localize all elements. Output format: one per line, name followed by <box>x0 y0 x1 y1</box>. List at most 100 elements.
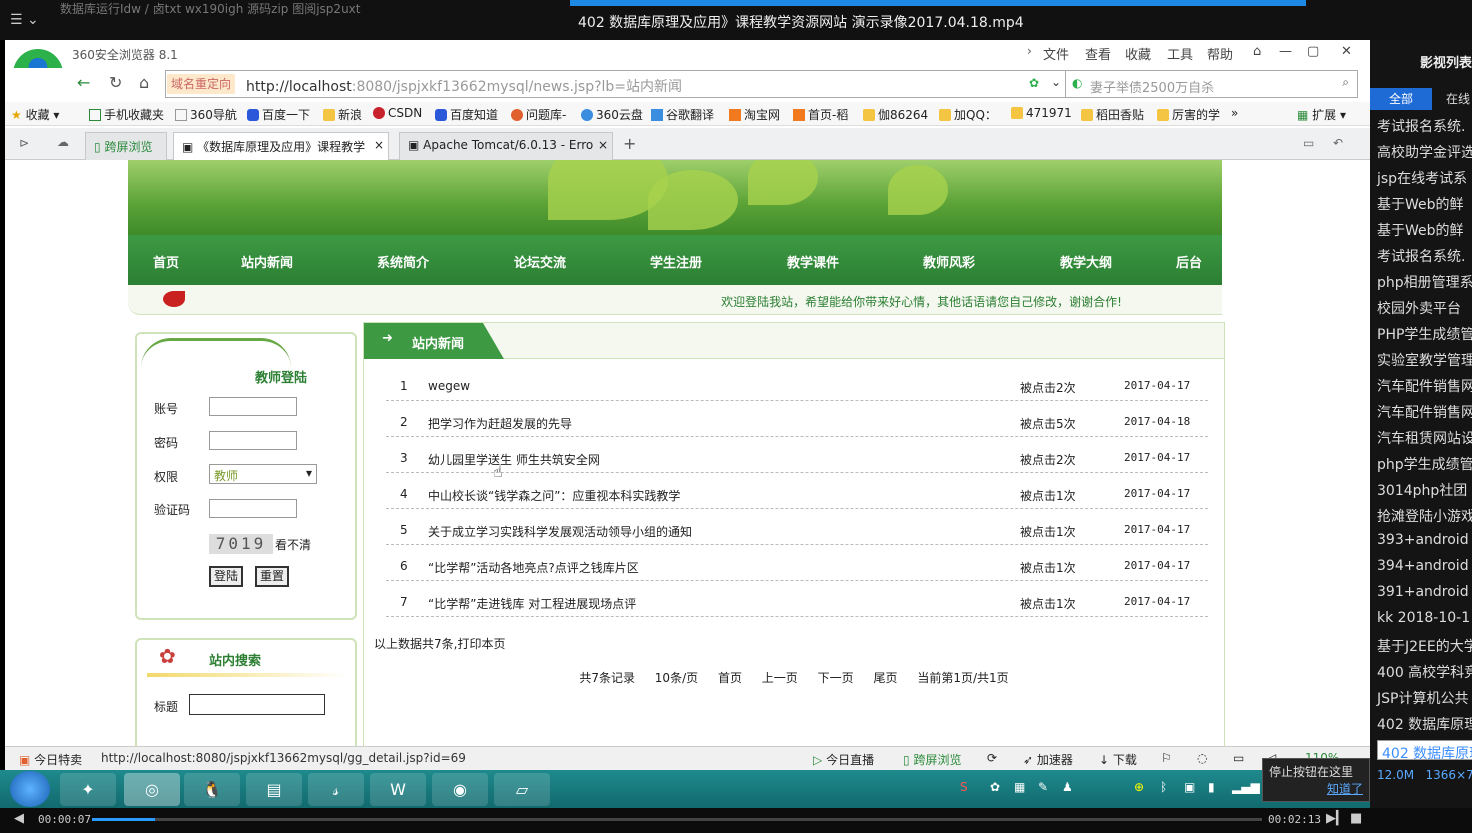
fav-csdn[interactable]: CSDN <box>373 106 422 120</box>
fav-mobile[interactable]: 手机收藏夹 <box>89 106 164 123</box>
video-list-item[interactable]: 汽车配件销售网 <box>1377 402 1472 422</box>
video-list-item[interactable]: 考试报名系统. <box>1377 116 1465 136</box>
tray-icon[interactable]: ✿ <box>990 780 1000 794</box>
address-bar[interactable]: 域名重定向 http://localhost:8080/jspjxkf13662… <box>165 70 1070 98</box>
video-list-item[interactable]: PHP学生成绩管 <box>1377 324 1472 344</box>
tab-online[interactable]: 在线 <box>1446 88 1470 110</box>
nav-syllabus[interactable]: 教学大纲 <box>1060 252 1112 271</box>
taskbar-qq-icon[interactable]: 🐧 <box>184 773 240 806</box>
video-list-item[interactable]: 基于J2EE的大学 <box>1377 636 1472 656</box>
video-list-item[interactable]: 考试报名系统. <box>1377 246 1465 266</box>
news-title-link[interactable]: 中山校长谈“钱学森之问”：应重视本科实践教学 <box>428 487 680 504</box>
tray-add-icon[interactable]: ⊕ <box>1134 780 1144 794</box>
player-menu-icon[interactable]: ☰ ⌄ <box>10 12 39 28</box>
cloud-sync-icon[interactable]: ☁ <box>57 135 69 149</box>
taskbar-app-icon[interactable]: ✦ <box>60 773 116 806</box>
today-deals[interactable]: ▣ 今日特卖 <box>19 751 82 768</box>
news-title-link[interactable]: “比学帮”走进钱库 对工程进展现场点评 <box>428 595 636 612</box>
extensions-menu[interactable]: ▦ 扩展 ▾ <box>1297 106 1346 123</box>
next-icon[interactable]: ▶▎ <box>1326 811 1346 826</box>
video-list-item[interactable]: 3014php社团 <box>1377 480 1467 500</box>
menu-tools[interactable]: 工具 <box>1167 44 1193 63</box>
nav-intro[interactable]: 系统简介 <box>377 252 429 271</box>
seek-bar[interactable] <box>92 818 1262 821</box>
video-list-item[interactable]: 基于Web的鲜 <box>1377 194 1464 214</box>
power-icon[interactable]: ▮ <box>1208 780 1215 794</box>
video-list-item[interactable]: 402 数据库原理 <box>1377 714 1472 734</box>
favorites-menu[interactable]: ★ 收藏 ▾ <box>11 106 59 123</box>
fav-taobao[interactable]: 淘宝网 <box>729 106 780 123</box>
fav-folder-qq[interactable]: 加QQ： <box>939 106 997 123</box>
nav-courseware[interactable]: 教学课件 <box>787 252 839 271</box>
search-engine-icon[interactable]: ◐ <box>1072 76 1082 90</box>
fav-360yun[interactable]: 360云盘 <box>581 106 643 123</box>
news-title-link[interactable]: wegew <box>428 379 470 393</box>
captcha-input[interactable] <box>209 499 297 518</box>
search-box[interactable]: ◐ 妻子举债2500万自杀 ⌕ <box>1065 70 1358 98</box>
taskbar-eclipse-icon[interactable]: 𝓈 <box>308 773 364 806</box>
video-list-item[interactable]: 汽车配件销售网 <box>1377 376 1472 396</box>
news-title-link[interactable]: “比学帮”活动各地亮点?点评之钱库片区 <box>428 559 639 576</box>
dropdown-chevron-icon[interactable]: ⌄ <box>1051 75 1061 89</box>
video-list-item[interactable]: JSP计算机公共 <box>1377 688 1468 708</box>
video-list-item[interactable]: 393+android <box>1377 532 1469 548</box>
video-list-item[interactable]: 394+android <box>1377 558 1469 574</box>
tab-all[interactable]: 全部 <box>1370 88 1432 110</box>
menu-favorites[interactable]: 收藏 <box>1125 44 1151 63</box>
url-text[interactable]: http://localhost:8080/jspjxkf13662mysql/… <box>246 76 682 96</box>
taskbar-explorer-icon[interactable]: ▤ <box>246 773 302 806</box>
video-list-item[interactable]: 402 数据库原理 <box>1377 740 1472 762</box>
video-list-item[interactable]: 实验室教学管理 <box>1377 350 1472 370</box>
tooltip-dismiss-link[interactable]: 知道了 <box>1269 780 1363 797</box>
tray-sogou-icon[interactable]: S <box>960 780 968 794</box>
refresh-icon[interactable]: ↻ <box>109 73 122 92</box>
sidebar-toggle-icon[interactable]: ⊳ <box>19 136 29 150</box>
news-title-link[interactable]: 关于成立学习实践科学发展观活动领导小组的通知 <box>428 523 692 540</box>
fav-zhidao[interactable]: 百度知道 <box>435 106 498 123</box>
video-list-item[interactable]: 抢滩登陆小游戏 <box>1377 506 1472 526</box>
rewind-icon[interactable]: ◀ <box>14 811 24 826</box>
pager-last[interactable]: 尾页 <box>873 671 897 685</box>
tray-icon[interactable]: ▦ <box>1014 780 1025 794</box>
reset-button[interactable]: 重置 <box>255 566 290 587</box>
tray-icon[interactable]: ♟ <box>1062 780 1073 794</box>
fav-folder-471971[interactable]: 471971 <box>1011 106 1072 120</box>
maximize-button[interactable]: ▢ <box>1307 44 1319 59</box>
captcha-refresh-link[interactable]: 看不清 <box>275 536 311 553</box>
menu-file[interactable]: 文件 <box>1043 44 1069 63</box>
back-icon[interactable]: ← <box>77 73 90 92</box>
fav-360nav[interactable]: 360导航 <box>175 106 237 123</box>
tray-icon[interactable]: ✎ <box>1038 780 1048 794</box>
video-list-item[interactable]: 基于Web的鲜 <box>1377 220 1464 240</box>
taskbar-chat-icon[interactable]: ◉ <box>432 773 488 806</box>
tray-icon[interactable]: ▣ <box>1184 780 1195 794</box>
fav-homepage[interactable]: 首页-稻 <box>793 106 848 123</box>
nav-teachers[interactable]: 教师风彩 <box>923 252 975 271</box>
bluetooth-icon[interactable]: ᛒ <box>1160 780 1167 794</box>
nav-news[interactable]: 站内新闻 <box>241 252 293 271</box>
pager-next[interactable]: 下一页 <box>818 671 854 685</box>
fav-translate[interactable]: 谷歌翻译 <box>651 106 714 123</box>
menu-chevron-icon[interactable]: › <box>1027 44 1032 58</box>
video-list-item[interactable]: jsp在线考试系 <box>1377 168 1467 188</box>
taskbar-360browser-icon[interactable]: ◎ <box>124 773 180 806</box>
taskbar-word-icon[interactable]: W <box>370 773 426 806</box>
stop-icon[interactable]: ■ <box>1350 811 1362 826</box>
video-list-item[interactable]: php学生成绩管 <box>1377 454 1472 474</box>
tab-close-icon[interactable]: × <box>598 138 608 152</box>
fav-folder-daotian[interactable]: 稻田香贴 <box>1081 106 1144 123</box>
tab-list-icon[interactable]: ▭ <box>1303 136 1314 150</box>
pager-prev[interactable]: 上一页 <box>762 671 798 685</box>
account-input[interactable] <box>209 397 297 416</box>
minimize-button[interactable]: — <box>1279 44 1292 59</box>
ie-mode-icon[interactable]: ◌ <box>1197 751 1207 765</box>
role-select[interactable]: 教师 ▾ <box>209 464 317 484</box>
home-icon[interactable]: ⌂ <box>139 73 149 92</box>
tab-cross-screen[interactable]: ▯ 跨屏浏览 <box>85 132 167 160</box>
fav-sina[interactable]: 新浪 <box>323 106 362 123</box>
start-button[interactable] <box>10 771 50 807</box>
nav-home[interactable]: 首页 <box>153 252 179 271</box>
taskbar-notepad-icon[interactable]: ▱ <box>494 773 550 806</box>
downloads[interactable]: ↓ 下载 <box>1099 751 1137 768</box>
video-list-item[interactable]: 400 高校学科竞 <box>1377 662 1472 682</box>
